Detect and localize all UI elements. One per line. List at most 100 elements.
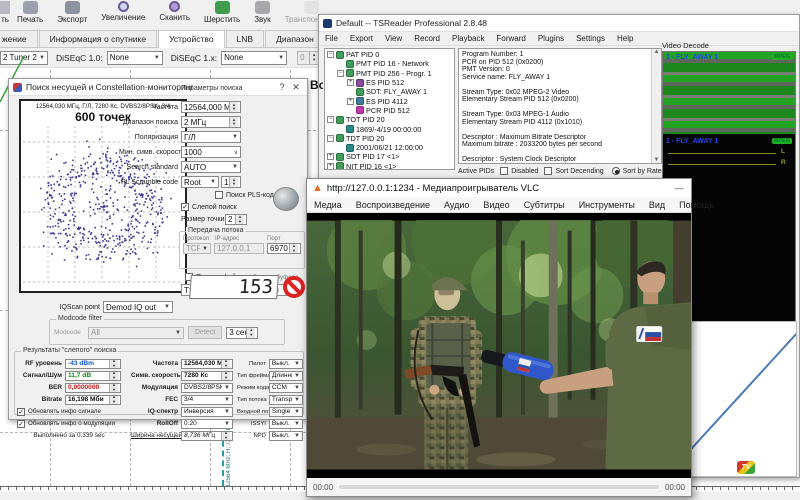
vlc-menu-Вид[interactable]: Вид: [642, 200, 672, 210]
checkbox-checked-icon[interactable]: ✓: [17, 420, 25, 428]
pls-search-checkbox[interactable]: Поиск PLS-кода: [215, 191, 278, 199]
spinner-arrows-icon[interactable]: [109, 384, 118, 392]
update-signal-checkbox[interactable]: ✓Обновлять инфо сигнале: [17, 406, 129, 417]
tab-Устройство[interactable]: Устройство: [158, 30, 224, 48]
tree-item-7[interactable]: −TOT PID 20: [325, 115, 454, 124]
vlc-menu-Инструменты[interactable]: Инструменты: [572, 200, 642, 210]
expand-icon[interactable]: +: [347, 79, 354, 86]
vlc-video-area[interactable]: [307, 213, 691, 478]
menu-Playback[interactable]: Playback: [446, 34, 490, 43]
port-stepper[interactable]: 6970: [267, 243, 301, 254]
checkbox-checked-icon[interactable]: ✓: [17, 408, 25, 416]
expand-icon[interactable]: +: [327, 163, 334, 170]
iqscan-point-select[interactable]: Demod IQ out▼: [103, 301, 173, 313]
toolbar-button-5[interactable]: Шерстить: [197, 0, 247, 30]
vlc-menu-Медиа[interactable]: Медиа: [307, 200, 349, 210]
update-modulation-checkbox[interactable]: ✓Обновлять инфо о модуляции: [17, 418, 129, 429]
seek-slider[interactable]: [339, 485, 659, 489]
info-scrollbar[interactable]: ▲▼: [651, 49, 661, 163]
param-field-3[interactable]: 1000∨: [181, 146, 241, 158]
toolbar-button-4[interactable]: Сканить: [152, 0, 197, 30]
help-button[interactable]: ?: [275, 82, 289, 92]
param-field-2[interactable]: Г/Л▼: [181, 131, 241, 143]
result-field[interactable]: 3/4▼: [181, 395, 233, 405]
result-select[interactable]: Выкл.▼: [269, 359, 303, 369]
spinner-arrows-icon[interactable]: [229, 177, 238, 187]
menu-Help[interactable]: Help: [611, 34, 639, 43]
result-field[interactable]: Инверсия▼: [181, 407, 233, 417]
tree-item-0[interactable]: −PAT PID 0: [325, 50, 454, 59]
param-field-4[interactable]: AUTO▼: [181, 161, 241, 173]
close-button[interactable]: ✕: [289, 82, 303, 93]
toolbar-button-2[interactable]: Экспорт: [50, 0, 94, 30]
menu-View[interactable]: View: [379, 34, 408, 43]
spinner-arrows-icon[interactable]: [309, 52, 318, 64]
detect-interval-stepper[interactable]: 3 сек: [226, 327, 258, 339]
tree-item-12[interactable]: +NIT PID 16 <1>: [325, 162, 454, 170]
vlc-menu-Аудио[interactable]: Аудио: [437, 200, 476, 210]
menu-Plugins[interactable]: Plugins: [532, 34, 570, 43]
spinner-arrows-icon[interactable]: [221, 372, 230, 380]
checkbox-checked-icon[interactable]: ✓: [181, 203, 189, 211]
tree-item-9[interactable]: −TDT PID 20: [325, 134, 454, 143]
tree-item-1[interactable]: PMT PID 16 - Network: [325, 59, 454, 68]
result-select[interactable]: Single▼: [269, 407, 303, 417]
param-field-5b[interactable]: 1: [221, 176, 241, 188]
tsreader-titlebar[interactable]: Default -- TSReader Professional 2.8.48: [319, 15, 799, 32]
result-select[interactable]: Выкл.▼: [269, 419, 303, 429]
minimize-button[interactable]: —: [672, 183, 686, 193]
blind-search-checkbox[interactable]: ✓ Слепой поиск: [181, 203, 237, 211]
param-field-5[interactable]: Root▼: [181, 176, 219, 188]
result-field[interactable]: 16,198 Мби: [65, 395, 121, 405]
result-field[interactable]: 0.20▼: [181, 419, 233, 429]
result-field[interactable]: 0,0000000: [65, 383, 121, 393]
menu-Record[interactable]: Record: [408, 34, 446, 43]
collapse-icon[interactable]: −: [337, 70, 344, 77]
result-select[interactable]: Выкл.▼: [269, 431, 303, 441]
sort-descending-checkbox[interactable]: [544, 167, 552, 175]
result-field[interactable]: DVBS2/8PSK▼: [181, 383, 233, 393]
result-select[interactable]: Длинный▼: [269, 371, 303, 381]
tree-item-10[interactable]: 2001/06/21 12:00:00: [325, 143, 454, 152]
scroll-down-icon[interactable]: ▼: [654, 157, 660, 163]
vlc-menu-Воспроизведение[interactable]: Воспроизведение: [349, 200, 437, 210]
tree-item-8[interactable]: 1869/-4/19 00:00:00: [325, 124, 454, 133]
result-field[interactable]: 8,736 МГц: [181, 431, 233, 441]
tree-item-6[interactable]: PCR PID 512: [325, 106, 454, 115]
spinner-arrows-icon[interactable]: [229, 102, 238, 112]
menu-Export[interactable]: Export: [344, 34, 379, 43]
param-field-1[interactable]: 2 МГц: [181, 116, 241, 128]
tab-Информация о спутнике[interactable]: Информация о спутнике: [39, 30, 157, 47]
spinner-arrows-icon[interactable]: [109, 396, 118, 404]
vlc-menu-Субтитры[interactable]: Субтитры: [517, 200, 572, 210]
ip-field[interactable]: 127.0.0.1: [214, 243, 264, 254]
tree-item-2[interactable]: −PMT PID 256 - Progr. 1: [325, 69, 454, 78]
collapse-icon[interactable]: −: [327, 135, 334, 142]
result-field[interactable]: -43 dBm: [65, 359, 121, 369]
spinner-arrows-icon[interactable]: [221, 432, 230, 440]
modcode-select[interactable]: All▼: [88, 327, 184, 339]
tree-item-5[interactable]: +ES PID 4112: [325, 96, 454, 105]
menu-File[interactable]: File: [319, 34, 344, 43]
detect-button[interactable]: Detect: [188, 326, 222, 339]
result-field[interactable]: 12564,030 МГ: [181, 359, 233, 369]
stop-icon[interactable]: [283, 276, 305, 298]
scroll-up-icon[interactable]: ▲: [654, 49, 660, 55]
tab-LNB[interactable]: LNB: [226, 30, 265, 47]
collapse-icon[interactable]: −: [327, 116, 334, 123]
tree-item-3[interactable]: +ES PID 512: [325, 78, 454, 87]
spinner-arrows-icon[interactable]: [221, 360, 230, 368]
spinner-arrows-icon[interactable]: [289, 244, 298, 253]
vlc-menu-Видео[interactable]: Видео: [476, 200, 516, 210]
toolbar-button-1[interactable]: Печать: [10, 0, 50, 30]
toolbar-button-6[interactable]: Звук: [247, 0, 277, 30]
spinner-arrows-icon[interactable]: [109, 360, 118, 368]
spinner-arrows-icon[interactable]: [229, 117, 238, 127]
collapse-icon[interactable]: −: [327, 51, 334, 58]
dot-size-stepper[interactable]: 2: [225, 214, 247, 225]
diseqc10-select[interactable]: None▼: [107, 51, 163, 65]
diseqc1x-select[interactable]: None▼: [221, 51, 287, 65]
result-select[interactable]: Transport▼: [269, 395, 303, 405]
spinner-arrows-icon[interactable]: [109, 372, 118, 380]
tree-item-4[interactable]: SDT: FLY_AWAY 1: [325, 87, 454, 96]
